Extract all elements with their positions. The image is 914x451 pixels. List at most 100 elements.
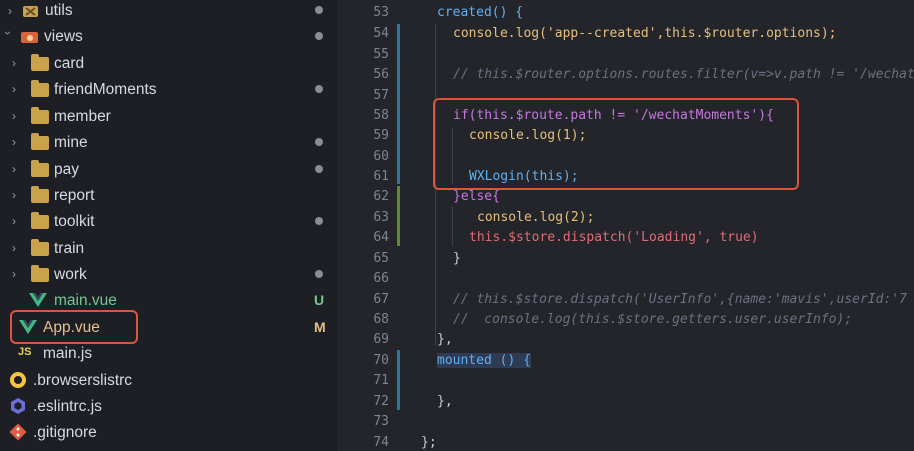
tree-item-label: .browserslistrc <box>33 372 133 389</box>
status-dot <box>315 217 323 225</box>
chevron-right-icon: › <box>12 109 16 123</box>
line-number: 66 <box>373 271 389 286</box>
file-explorer: › utils › views › card › friendMoments ›… <box>0 0 337 451</box>
chevron-right-icon: › <box>12 56 16 70</box>
git-status-badge: U <box>314 292 325 308</box>
code-text: }; <box>421 435 437 450</box>
tree-item-report[interactable]: › report <box>0 182 337 208</box>
code-editor[interactable]: 53 54 55 56 57 58 59 60 61 62 63 64 65 6… <box>337 0 914 451</box>
line-number: 63 <box>373 210 389 225</box>
line-number: 73 <box>373 414 389 429</box>
code-line-56: // this.$router.options.routes.filter(v=… <box>453 67 914 82</box>
code-line-63: console.log(2); <box>477 210 594 225</box>
tree-item-browserslistrc[interactable]: .browserslistrc <box>0 367 337 393</box>
tree-item-label: pay <box>54 161 79 178</box>
browserslist-icon <box>9 371 27 388</box>
chevron-right-icon: › <box>12 241 16 255</box>
tree-item-label: main.js <box>43 345 93 362</box>
code-text: created() { <box>437 5 524 20</box>
tree-item-label: report <box>54 187 95 204</box>
line-number: 62 <box>373 189 389 204</box>
tree-item-label: .eslintrc.js <box>33 398 102 415</box>
tree-item-mine[interactable]: › mine <box>0 129 337 155</box>
chevron-right-icon: › <box>8 4 12 18</box>
tree-item-label: friendMoments <box>54 81 157 98</box>
tree-item-views[interactable]: › views <box>0 23 337 49</box>
status-dot <box>315 270 323 278</box>
views-folder-icon <box>20 29 38 43</box>
tree-item-label: member <box>54 108 111 125</box>
chevron-right-icon: › <box>12 188 16 202</box>
code-line-68: // console.log(this.$store.getters.user.… <box>453 312 852 327</box>
code-line-74: }; <box>421 435 437 450</box>
tree-item-card[interactable]: › card <box>0 50 337 76</box>
status-dot <box>315 138 323 146</box>
line-number: 65 <box>373 251 389 266</box>
line-number: 58 <box>373 108 389 123</box>
code-line-62: }else{ <box>453 189 500 204</box>
tree-item-member[interactable]: › member <box>0 103 337 129</box>
status-dot <box>315 165 323 173</box>
folder-icon <box>31 133 49 150</box>
folder-icon <box>31 212 49 229</box>
chevron-right-icon: › <box>12 214 16 228</box>
ide-window: › utils › views › card › friendMoments ›… <box>0 0 914 451</box>
eslint-icon <box>9 397 27 414</box>
code-text: this.$store.dispatch('Loading', true) <box>469 230 759 245</box>
tree-item-label: main.vue <box>54 292 117 309</box>
chevron-down-icon: › <box>1 31 15 35</box>
code-text: console.log(2); <box>477 210 595 225</box>
code-line-54: console.log('app--created',this.$router.… <box>453 26 837 41</box>
tree-item-label: .gitignore <box>33 424 97 441</box>
git-modified-bar <box>397 350 400 410</box>
line-number: 74 <box>373 435 389 450</box>
line-number: 56 <box>373 67 389 82</box>
indent-guide <box>452 206 453 246</box>
code-text: // this.$store.dispatch('UserInfo',{name… <box>453 292 907 307</box>
tree-item-work[interactable]: › work <box>0 261 337 287</box>
js-icon: JS <box>18 346 32 358</box>
line-number: 72 <box>373 394 389 409</box>
chevron-right-icon: › <box>12 135 16 149</box>
highlight-box-app-vue <box>10 310 138 344</box>
line-number: 55 <box>373 47 389 62</box>
tree-item-pay[interactable]: › pay <box>0 156 337 182</box>
folder-icon <box>31 54 49 71</box>
tree-item-eslintrc[interactable]: .eslintrc.js <box>0 393 337 419</box>
line-number: 71 <box>373 373 389 388</box>
line-number: 61 <box>373 169 389 184</box>
code-line-53: created() { <box>437 5 523 20</box>
tree-item-train[interactable]: › train <box>0 235 337 261</box>
vue-icon <box>28 292 47 307</box>
utils-folder-icon <box>22 3 40 17</box>
tree-item-label: card <box>54 55 85 72</box>
tree-item-gitignore[interactable]: .gitignore <box>0 419 337 445</box>
code-line-69: }, <box>437 332 453 347</box>
code-text: console.log('app--created',this.$router.… <box>453 26 837 41</box>
tree-item-toolkit[interactable]: › toolkit <box>0 208 337 234</box>
chevron-right-icon: › <box>12 82 16 96</box>
chevron-right-icon: › <box>12 162 16 176</box>
code-line-72: }, <box>437 394 453 409</box>
tree-item-label: views <box>44 28 83 45</box>
code-text: } <box>453 251 461 266</box>
folder-icon <box>31 239 49 256</box>
tree-item-main-js[interactable]: JS main.js <box>0 340 337 366</box>
tree-item-label: mine <box>54 134 88 151</box>
folder-icon <box>31 186 49 203</box>
tree-item-utils[interactable]: › utils <box>0 0 337 23</box>
tree-item-label: work <box>54 266 87 283</box>
line-number: 57 <box>373 88 389 103</box>
git-icon <box>9 423 27 441</box>
code-line-64: this.$store.dispatch('Loading', true) <box>469 230 759 245</box>
line-number: 53 <box>373 5 389 20</box>
code-text: mounted () { <box>437 353 531 368</box>
line-number: 60 <box>373 149 389 164</box>
line-number: 70 <box>373 353 389 368</box>
code-line-70: mounted () { <box>437 353 531 368</box>
code-text: }, <box>437 394 453 409</box>
line-number: 69 <box>373 332 389 347</box>
line-number: 59 <box>373 128 389 143</box>
tree-item-label: train <box>54 240 85 257</box>
tree-item-friendmoments[interactable]: › friendMoments <box>0 76 337 102</box>
